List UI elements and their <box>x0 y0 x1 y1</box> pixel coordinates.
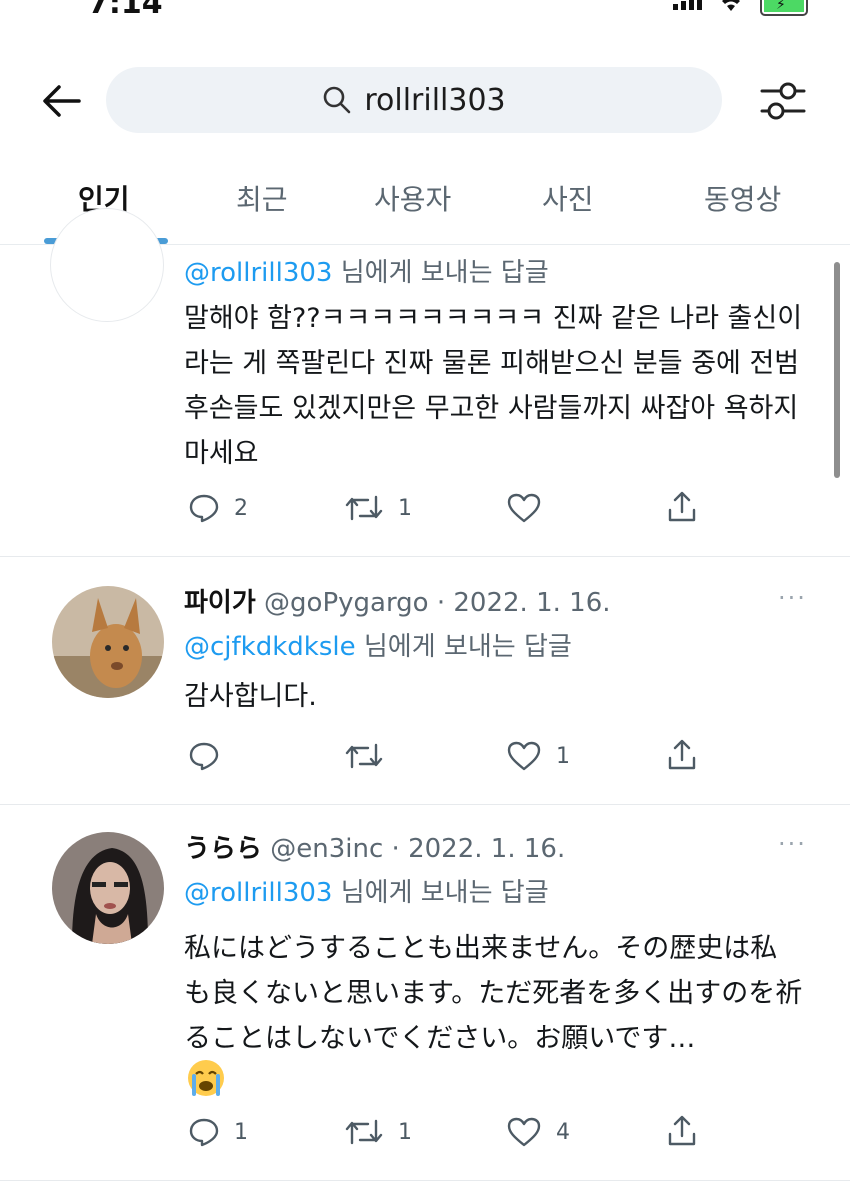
reply-icon <box>189 742 219 771</box>
crying-face-emoji-icon <box>188 1060 224 1096</box>
reply-count: 2 <box>234 495 248 521</box>
reply-count: 1 <box>234 1119 248 1145</box>
handle-and-date: @en3inc · 2022. 1. 16. <box>262 834 566 864</box>
retweet-count: 1 <box>398 1119 412 1145</box>
retweet-icon <box>345 743 383 769</box>
reply-icon <box>189 1118 219 1147</box>
reply-to-label: 님에게 보내는 답글 <box>332 258 549 288</box>
back-button[interactable] <box>38 78 84 124</box>
retweet-count: 1 <box>398 495 412 521</box>
share-button[interactable] <box>666 738 698 772</box>
search-query: rollrill303 <box>364 82 506 118</box>
more-options-button[interactable]: ··· <box>778 830 807 858</box>
retweet-icon <box>345 495 383 521</box>
reply-to-line: @rollrill303 님에게 보내는 답글 <box>184 872 549 909</box>
more-options-button[interactable]: ··· <box>778 584 807 612</box>
battery-icon: ⚡ <box>760 0 808 16</box>
tweet-text: 말해야 함??ㅋㅋㅋㅋㅋㅋㅋㅋㅋ 진짜 같은 나라 출신이라는 게 쪽팔린다 진… <box>184 303 803 469</box>
reply-mention[interactable]: @cjfkdkdksle <box>184 632 356 662</box>
heart-icon <box>507 1117 541 1147</box>
tweet-header: 파이가 @goPygargo · 2022. 1. 16. <box>184 582 611 619</box>
like-count: 4 <box>556 1119 570 1145</box>
tweet-divider <box>0 804 850 805</box>
retweet-button[interactable] <box>344 740 398 772</box>
signal-icon <box>673 0 702 10</box>
reply-to-label: 님에게 보내는 답글 <box>332 878 549 908</box>
avatar[interactable] <box>52 586 164 698</box>
sliders-icon <box>760 82 806 120</box>
heart-icon <box>507 493 541 523</box>
portrait-avatar-image <box>52 832 164 944</box>
reply-mention[interactable]: @rollrill303 <box>184 878 332 908</box>
like-button[interactable] <box>506 492 556 524</box>
tweet-text: 감사합니다. <box>184 681 317 712</box>
share-icon <box>668 739 696 770</box>
like-count: 1 <box>556 743 570 769</box>
reply-button[interactable] <box>188 740 234 772</box>
like-button[interactable]: 4 <box>506 1116 570 1148</box>
handle-and-date: @goPygargo · 2022. 1. 16. <box>255 588 611 618</box>
search-input[interactable]: rollrill303 <box>106 67 722 133</box>
display-name[interactable]: うらら <box>184 834 262 864</box>
retweet-icon <box>345 1119 383 1145</box>
back-arrow-icon <box>43 85 81 117</box>
like-button[interactable]: 1 <box>506 740 570 772</box>
tab-recent[interactable]: 최근 <box>236 178 288 218</box>
tab-videos[interactable]: 동영상 <box>704 178 781 218</box>
reply-to-line: @rollrill303 님에게 보내는 답글 <box>184 252 549 289</box>
display-name[interactable]: 파이가 <box>184 588 256 618</box>
avatar[interactable] <box>50 208 164 322</box>
reply-button[interactable]: 1 <box>188 1116 248 1148</box>
scrollbar[interactable] <box>834 262 840 478</box>
reply-to-line: @cjfkdkdksle 님에게 보내는 답글 <box>184 626 572 663</box>
tweet-header: うらら @en3inc · 2022. 1. 16. <box>184 828 565 865</box>
status-time: 7:14 <box>88 0 163 21</box>
search-icon <box>324 86 351 114</box>
avatar[interactable] <box>52 832 164 944</box>
retweet-button[interactable]: 1 <box>344 1116 412 1148</box>
wifi-icon <box>722 0 740 11</box>
tab-users[interactable]: 사용자 <box>374 178 451 218</box>
reply-to-label: 님에게 보내는 답글 <box>355 632 572 662</box>
tweet-divider <box>0 556 850 557</box>
retweet-button[interactable]: 1 <box>344 492 412 524</box>
heart-icon <box>507 741 541 771</box>
search-settings-button[interactable] <box>756 78 810 124</box>
tweet-divider <box>0 1180 850 1181</box>
reply-button[interactable]: 2 <box>188 492 248 524</box>
caracal-avatar-image <box>52 586 164 698</box>
share-button[interactable] <box>666 490 698 524</box>
tab-photos[interactable]: 사진 <box>542 178 594 218</box>
reply-mention[interactable]: @rollrill303 <box>184 258 332 288</box>
share-button[interactable] <box>666 1114 698 1148</box>
share-icon <box>668 491 696 522</box>
tweet-text: 私にはどうすることも出来ません。その歴史は私も良くないと思います。ただ死者を多く… <box>184 933 803 1054</box>
share-icon <box>668 1115 696 1146</box>
reply-icon <box>189 494 219 523</box>
status-icons: ⚡ <box>673 0 808 22</box>
